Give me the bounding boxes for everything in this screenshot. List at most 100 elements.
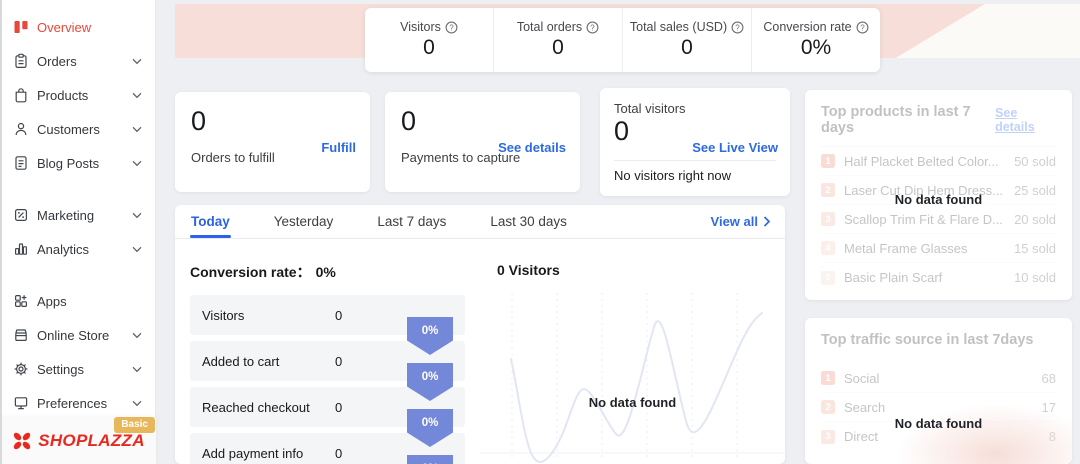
- help-icon[interactable]: ?: [731, 21, 744, 34]
- see-live-view-link[interactable]: See Live View: [692, 140, 778, 155]
- chevron-down-icon: [132, 212, 142, 218]
- conversion-rate-line: Conversion rate： 0%: [190, 262, 336, 282]
- dashboard-page: Overview Orders Products Customers Blog …: [0, 0, 1080, 464]
- help-icon[interactable]: ?: [586, 21, 599, 34]
- stat-value: 0: [552, 36, 564, 59]
- chevron-down-icon: [132, 92, 142, 98]
- sidebar-item-label: Analytics: [37, 241, 90, 257]
- stat-label: Visitors: [400, 20, 441, 34]
- top-products-see-details-link[interactable]: See details: [995, 106, 1056, 134]
- rank-badge: 1: [821, 371, 835, 385]
- chevron-down-icon: [132, 366, 142, 372]
- sidebar-footer: Basic SHOPLAZZA: [0, 417, 156, 464]
- rank-badge: 2: [821, 400, 835, 414]
- visitors-chart-area: 0 Visitors No data found: [480, 261, 785, 464]
- stat-label: Total sales (USD): [629, 20, 728, 34]
- sidebar-item-label: Preferences: [37, 395, 108, 411]
- chevron-down-icon: [132, 332, 142, 338]
- chevron-down-icon: [132, 126, 142, 132]
- sidebar-item-label: Products: [37, 87, 89, 103]
- date-range-tabs: Today Yesterday Last 7 days Last 30 days…: [175, 205, 785, 239]
- chevron-down-icon: [132, 160, 142, 166]
- sidebar-item-orders[interactable]: Orders: [0, 44, 155, 78]
- no-data-message: No data found: [894, 192, 983, 207]
- stat-value: 0: [681, 36, 693, 59]
- orders-count: 0: [191, 106, 207, 136]
- sidebar-item-products[interactable]: Products: [0, 78, 155, 112]
- funnel-label: Visitors: [202, 307, 245, 323]
- visitors-chart-title: 0 Visitors: [497, 262, 560, 278]
- sidebar-item-online-store[interactable]: Online Store: [0, 318, 155, 352]
- tab-yesterday[interactable]: Yesterday: [273, 205, 335, 238]
- sidebar-item-customers[interactable]: Customers: [0, 112, 155, 146]
- sidebar-item-overview[interactable]: Overview: [0, 10, 155, 44]
- conversion-rate-label: Conversion rate：: [190, 264, 311, 280]
- no-data-message: No data found: [894, 416, 983, 431]
- tab-last-30-days[interactable]: Last 30 days: [489, 205, 568, 238]
- product-sold: 10 sold: [1014, 270, 1056, 285]
- top-products-panel: Top products in last 7 days See details …: [805, 90, 1072, 300]
- rank-badge: 4: [821, 241, 835, 255]
- chevron-down-icon: [132, 400, 142, 406]
- no-data-message: No data found: [588, 395, 677, 410]
- traffic-source-value: 68: [1041, 370, 1056, 386]
- analytics-icon: [13, 241, 29, 257]
- shoplazza-logo-icon: [14, 432, 31, 450]
- total-visitors-label: Total visitors: [614, 101, 686, 116]
- analytics-card: Today Yesterday Last 7 days Last 30 days…: [175, 205, 785, 464]
- product-row: 5 Basic Plain Scarf 10 sold: [821, 263, 1056, 292]
- funnel-label: Added to cart: [202, 353, 280, 369]
- tab-today[interactable]: Today: [190, 205, 231, 238]
- traffic-source-value: 17: [1041, 399, 1056, 415]
- svg-text:?: ?: [590, 23, 595, 32]
- stat-total-orders: Total orders ? 0: [493, 8, 622, 72]
- sidebar-item-apps[interactable]: Apps: [0, 284, 155, 318]
- orders-card-label: Orders to fulfill: [191, 150, 275, 165]
- stat-conversion-rate: Conversion rate ? 0%: [751, 8, 880, 72]
- traffic-source-name: Social: [844, 370, 880, 386]
- stat-total-sales: Total sales (USD) ? 0: [622, 8, 751, 72]
- sidebar-item-label: Orders: [37, 53, 77, 69]
- sidebar-item-blog-posts[interactable]: Blog Posts: [0, 146, 155, 180]
- help-icon[interactable]: ?: [856, 21, 869, 34]
- funnel-rate-badge: 0%: [407, 455, 453, 464]
- sidebar-item-settings[interactable]: Settings: [0, 352, 155, 386]
- no-visitors-note: No visitors right now: [614, 168, 732, 183]
- tab-last-7-days[interactable]: Last 7 days: [376, 205, 447, 238]
- svg-text:?: ?: [449, 23, 454, 32]
- sidebar-item-analytics[interactable]: Analytics: [0, 232, 155, 266]
- visitors-empty-chart: [480, 293, 785, 463]
- help-icon[interactable]: ?: [445, 21, 458, 34]
- product-name: Half Placket Belted Color...: [844, 153, 999, 169]
- sidebar-item-preferences[interactable]: Preferences: [0, 386, 155, 420]
- sidebar-item-label: Customers: [37, 121, 100, 137]
- chevron-down-icon: [132, 58, 142, 64]
- view-all-label: View all: [710, 214, 758, 229]
- fulfill-link[interactable]: Fulfill: [321, 140, 356, 155]
- sidebar: Overview Orders Products Customers Blog …: [0, 0, 156, 464]
- funnel-label: Add payment info: [202, 445, 304, 461]
- sidebar-item-marketing[interactable]: Marketing: [0, 198, 155, 232]
- store-stats-bar: Visitors ? 0 Total orders ? 0 Total sale…: [365, 8, 880, 72]
- product-sold: 50 sold: [1014, 153, 1056, 169]
- apps-icon: [13, 293, 29, 309]
- header-decoration-triangle: [895, 4, 1080, 58]
- sidebar-item-label: Overview: [37, 19, 92, 35]
- total-visitors-count: 0: [614, 116, 630, 146]
- sidebar-item-label: Online Store: [37, 327, 110, 343]
- product-row: 4 Metal Frame Glasses 15 sold: [821, 234, 1056, 263]
- product-name: Scallop Trim Fit & Flare D...: [844, 211, 1003, 227]
- view-all-link[interactable]: View all: [711, 214, 771, 229]
- marketing-icon: [13, 207, 29, 223]
- orders-icon: [13, 53, 29, 69]
- product-row: 3 Scallop Trim Fit & Flare D... 20 sold: [821, 205, 1056, 234]
- product-name: Basic Plain Scarf: [844, 270, 943, 285]
- rank-badge: 5: [821, 270, 835, 285]
- conversion-funnel: Visitors 0 0% Added to cart 0 0% Reached…: [190, 295, 465, 464]
- placeholder-trend-line: [510, 312, 763, 463]
- sidebar-item-label: Settings: [37, 361, 84, 377]
- stat-visitors: Visitors ? 0: [365, 8, 493, 72]
- funnel-value: 0: [335, 353, 343, 369]
- settings-icon: [13, 361, 29, 377]
- traffic-source-name: Direct: [844, 429, 878, 444]
